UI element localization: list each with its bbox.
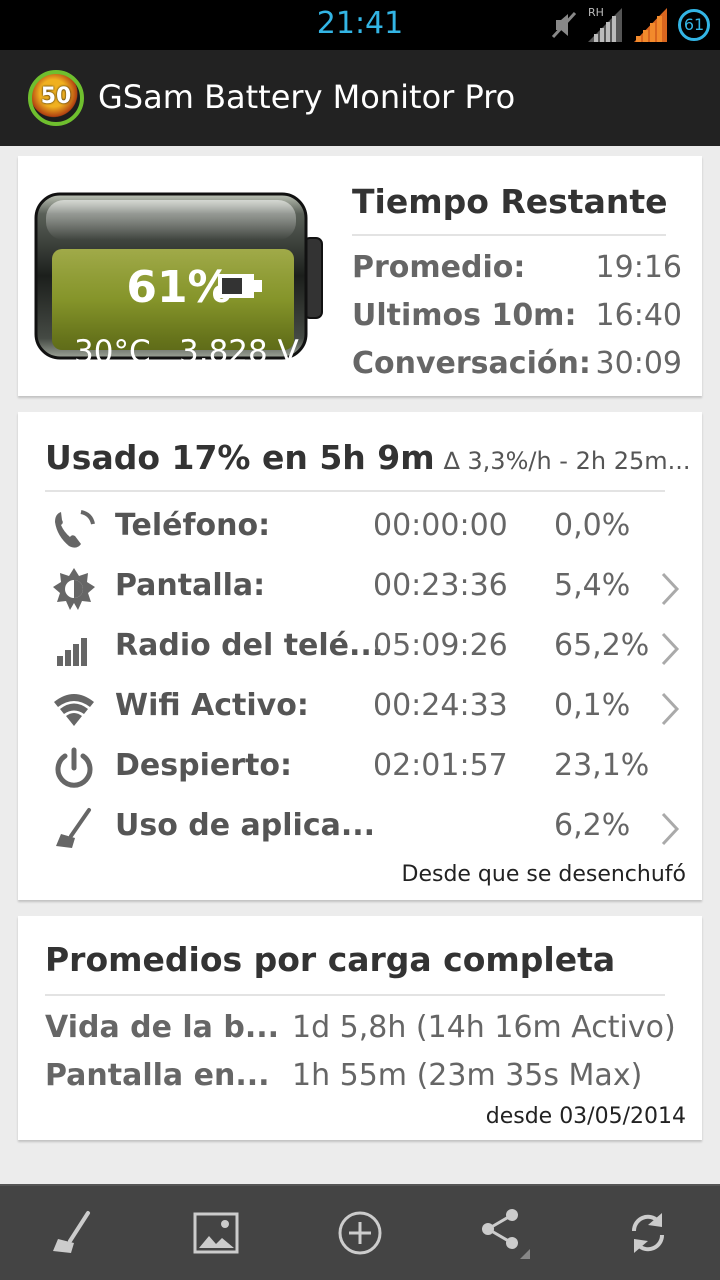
usage-percent: 23,1% (554, 748, 650, 783)
share-button[interactable] (432, 1186, 576, 1280)
phone-icon (55, 510, 95, 548)
average-row: Pantalla en... 1h 55m (23m 35s Max) (45, 1058, 690, 1100)
battery-graphic: 61% 30°C 3.828 V (32, 192, 326, 370)
divider (352, 234, 666, 236)
usage-label: Teléfono: (115, 508, 271, 543)
time-row: Conversación: 30:09 (352, 346, 682, 386)
brightness-icon (53, 568, 95, 610)
mute-icon (551, 11, 577, 39)
usage-rate: ∆ 3,3%/h - 2h 25m... (443, 447, 691, 475)
divider (45, 490, 665, 492)
usage-label: Radio del telé... (115, 628, 384, 663)
usage-time: 00:24:33 (373, 688, 508, 723)
app-logo[interactable]: 50 (28, 70, 84, 126)
time-row-label: Conversación: (352, 346, 591, 381)
usage-time: 00:00:00 (373, 508, 508, 543)
add-icon (338, 1211, 382, 1255)
chevron-right-icon[interactable] (658, 631, 682, 667)
power-icon (55, 747, 93, 788)
average-value: 1h 55m (23m 35s Max) (292, 1058, 643, 1093)
app-logo-text: 50 (40, 84, 72, 109)
signal-roaming-icon: RH (588, 6, 624, 44)
usage-time: 00:23:36 (373, 568, 508, 603)
usage-card[interactable]: Usado 17% en 5h 9m ∆ 3,3%/h - 2h 25m... … (18, 412, 702, 900)
usage-title: Usado 17% en 5h 9m (45, 438, 435, 477)
share-icon (482, 1209, 530, 1259)
average-label: Pantalla en... (45, 1058, 270, 1093)
chevron-right-icon[interactable] (658, 571, 682, 607)
clean-button[interactable] (0, 1186, 144, 1280)
usage-row-radio[interactable]: Radio del telé... 05:09:26 65,2% (18, 622, 702, 676)
bottom-action-bar (0, 1184, 720, 1280)
broom-icon (56, 808, 91, 848)
chevron-right-icon[interactable] (658, 691, 682, 727)
time-row-label: Promedio: (352, 250, 526, 285)
usage-percent: 0,1% (554, 688, 631, 723)
signal-icon (634, 8, 667, 42)
status-bar: 21:41 RH 61 (0, 0, 720, 50)
usage-percent: 0,0% (554, 508, 631, 543)
gallery-button[interactable] (144, 1186, 288, 1280)
usage-label: Pantalla: (115, 568, 266, 603)
time-remaining-title: Tiempo Restante (352, 182, 668, 221)
usage-row-screen[interactable]: Pantalla: 00:23:36 5,4% (18, 562, 702, 616)
refresh-icon (631, 1213, 665, 1253)
usage-percent: 5,4% (554, 568, 631, 603)
usage-row-awake: Despierto: 02:01:57 23,1% (18, 742, 702, 796)
wifi-icon (54, 694, 94, 726)
usage-footnote: Desde que se desenchufó (401, 862, 687, 887)
unplugged-icon (218, 274, 262, 298)
usage-row-wifi[interactable]: Wifi Activo: 00:24:33 0,1% (18, 682, 702, 736)
battery-icon: 61 (678, 9, 710, 41)
add-button[interactable] (288, 1186, 432, 1280)
battery-temperature: 30°C (74, 334, 151, 370)
usage-label: Uso de aplica... (115, 808, 376, 843)
time-row-value: 19:16 (595, 250, 682, 285)
usage-label: Despierto: (115, 748, 292, 783)
usage-time: 05:09:26 (373, 628, 508, 663)
divider (45, 994, 665, 996)
cell-signal-icon (57, 638, 87, 666)
chevron-right-icon[interactable] (658, 811, 682, 847)
broom-icon (53, 1211, 90, 1253)
averages-title: Promedios por carga completa (45, 940, 616, 979)
time-row: Ultimos 10m: 16:40 (352, 298, 682, 338)
battery-card[interactable]: 61% 30°C 3.828 V Tiempo Restante Promedi… (18, 156, 702, 396)
average-label: Vida de la b... (45, 1010, 280, 1045)
average-value: 1d 5,8h (14h 16m Activo) (292, 1010, 676, 1045)
battery-voltage: 3.828 V (179, 334, 299, 370)
app-title: GSam Battery Monitor Pro (98, 78, 516, 116)
time-row-value: 16:40 (595, 298, 682, 333)
time-row: Promedio: 19:16 (352, 250, 682, 290)
usage-percent: 65,2% (554, 628, 650, 663)
usage-row-apps[interactable]: Uso de aplica... 6,2% (18, 802, 702, 856)
usage-row-phone: Teléfono: 00:00:00 0,0% (18, 502, 702, 556)
usage-header: Usado 17% en 5h 9m ∆ 3,3%/h - 2h 25m... (45, 438, 691, 477)
average-row: Vida de la b... 1d 5,8h (14h 16m Activo) (45, 1010, 690, 1052)
usage-label: Wifi Activo: (115, 688, 309, 723)
action-bar: 50 GSam Battery Monitor Pro (0, 50, 720, 146)
averages-card[interactable]: Promedios por carga completa Vida de la … (18, 916, 702, 1140)
time-row-label: Ultimos 10m: (352, 298, 577, 333)
averages-footnote: desde 03/05/2014 (485, 1104, 686, 1129)
status-icons: RH 61 (550, 6, 710, 44)
time-row-value: 30:09 (595, 346, 682, 381)
image-icon (193, 1212, 239, 1254)
usage-percent: 6,2% (554, 808, 631, 843)
refresh-button[interactable] (576, 1186, 720, 1280)
usage-time: 02:01:57 (373, 748, 508, 783)
